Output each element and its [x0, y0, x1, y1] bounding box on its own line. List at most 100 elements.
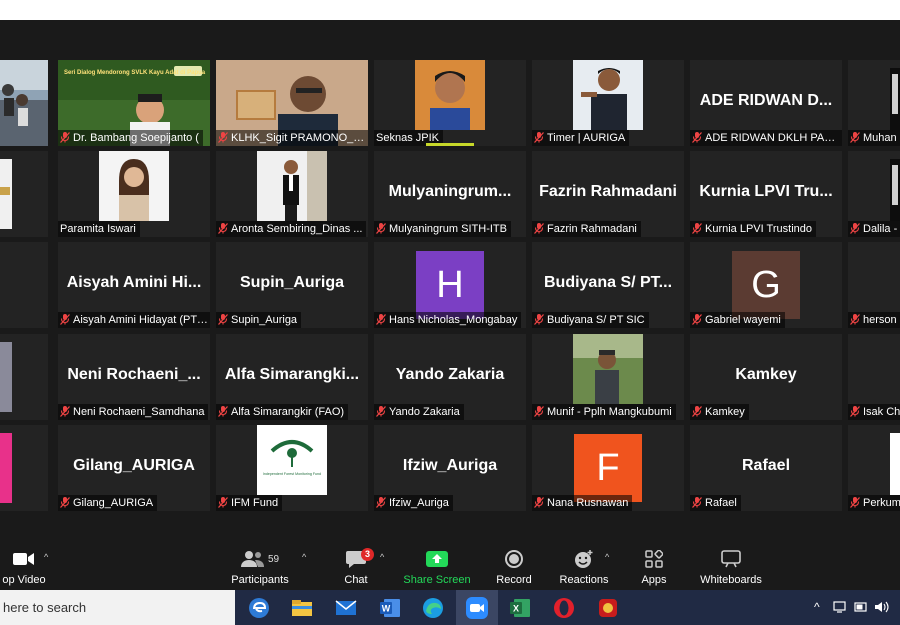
- participant-tile[interactable]: Mulyaningrum... Mulyaningrum SITH-ITB: [374, 151, 526, 237]
- reactions-smiley-icon: [558, 548, 610, 570]
- participants-label: Participants: [231, 574, 289, 586]
- participant-name: Ifziw_Auriga: [389, 497, 449, 509]
- participant-name: Munif - Pplh Mangkubumi: [547, 406, 672, 418]
- participant-tile[interactable]: Munif - Pplh Mangkubumi: [532, 334, 684, 420]
- participant-name-label: Ifziw_Auriga: [374, 495, 453, 511]
- participant-tile[interactable]: Iherson: [848, 242, 900, 328]
- share-screen-button[interactable]: Share Screen: [402, 548, 472, 586]
- participant-name: Nana Rusnawan: [547, 497, 629, 509]
- file-explorer-icon[interactable]: [290, 596, 314, 620]
- chat-options-caret[interactable]: ^: [380, 552, 384, 562]
- participant-tile[interactable]: Timer | AURIGA: [532, 60, 684, 146]
- muted-mic-icon: [534, 406, 544, 417]
- apps-icon: [636, 548, 672, 570]
- game-icon[interactable]: [596, 596, 620, 620]
- participant-tile[interactable]: [0, 151, 48, 237]
- participant-tile[interactable]: Kurnia LPVI Tru... Kurnia LPVI Trustindo: [690, 151, 842, 237]
- apps-button[interactable]: Apps: [636, 548, 672, 586]
- participant-name-label: Alfa Simarangkir (FAO): [216, 404, 349, 420]
- battery-icon[interactable]: [854, 600, 868, 614]
- participant-tile[interactable]: Neni Rochaeni_... Neni Rochaeni_Samdhana: [58, 334, 210, 420]
- participant-name-label: Rafael: [690, 495, 741, 511]
- participant-name: Rafael: [705, 497, 737, 509]
- participant-tile[interactable]: Paramita Iswari: [58, 151, 210, 237]
- reactions-options-caret[interactable]: ^: [605, 552, 609, 562]
- zoom-icon[interactable]: [465, 596, 489, 620]
- participant-name: Gabriel wayemi: [705, 314, 781, 326]
- excel-icon[interactable]: X: [508, 596, 532, 620]
- participant-tile[interactable]: Perkum: [848, 425, 900, 511]
- participant-name: Dalila -: [863, 223, 898, 235]
- volume-icon[interactable]: [874, 600, 890, 614]
- participant-name-label: Aronta Sembiring_Dinas ...: [216, 221, 367, 237]
- participant-tile[interactable]: Fazrin Rahmadani Fazrin Rahmadani: [532, 151, 684, 237]
- participant-display-name: Aisyah Amini Hi...: [66, 274, 202, 291]
- stop-video-button[interactable]: op Video: [0, 548, 48, 586]
- participant-tile[interactable]: H Hans Nicholas_Mongabay: [374, 242, 526, 328]
- participant-tile[interactable]: Aronta Sembiring_Dinas ...: [216, 151, 368, 237]
- participant-avatar: F: [574, 434, 642, 502]
- svg-text:Seri Dialog Mendorong SVLK Kay: Seri Dialog Mendorong SVLK Kayu Adat di …: [64, 70, 206, 76]
- edge-legacy-icon[interactable]: [247, 596, 271, 620]
- muted-mic-icon: [376, 314, 386, 325]
- participant-name: Budiyana S/ PT SIC: [547, 314, 645, 326]
- participant-tile[interactable]: F Nana Rusnawan: [532, 425, 684, 511]
- reactions-button[interactable]: Reactions: [558, 548, 610, 586]
- participant-tile[interactable]: Seknas JPIK: [374, 60, 526, 146]
- participant-name-label: Dalila -: [848, 221, 900, 237]
- participant-tile[interactable]: [0, 60, 48, 146]
- participant-tile[interactable]: RDIANSY...: [0, 242, 48, 328]
- muted-mic-icon: [60, 406, 70, 417]
- participant-name: Aisyah Amini Hidayat (PT ...: [73, 314, 210, 326]
- participant-tile[interactable]: Kamkey Kamkey: [690, 334, 842, 420]
- participants-options-caret[interactable]: ^: [302, 552, 306, 562]
- participant-tile[interactable]: Isak C Isak Ch: [848, 334, 900, 420]
- participant-name: Dr. Bambang Soepijanto (: [73, 132, 199, 144]
- participant-name: Neni Rochaeni_Samdhana: [73, 406, 205, 418]
- participant-tile[interactable]: Supin_Auriga Supin_Auriga: [216, 242, 368, 328]
- svg-text:Independent Forest Monitoring: Independent Forest Monitoring Fund: [263, 472, 321, 476]
- muted-mic-icon: [376, 223, 386, 234]
- participant-video-feed: [0, 151, 48, 237]
- reactions-label: Reactions: [559, 574, 609, 586]
- mail-icon[interactable]: [334, 596, 358, 620]
- participant-tile[interactable]: [0, 425, 48, 511]
- participant-tile[interactable]: Seri Dialog Mendorong SVLK Kayu Adat di …: [58, 60, 210, 146]
- participant-avatar: H: [416, 251, 484, 319]
- participant-tile[interactable]: KLHK_Sigit PRAMONO_Di...: [216, 60, 368, 146]
- avatar-initial: F: [596, 446, 620, 489]
- room-video-feed: [0, 60, 48, 146]
- taskbar-search-box[interactable]: here to search: [0, 590, 235, 625]
- participant-tile[interactable]: Independent Forest Monitoring Fund IFM Fu…: [216, 425, 368, 511]
- participant-name-label: Gabriel wayemi: [690, 312, 785, 328]
- network-icon[interactable]: [833, 600, 849, 614]
- opera-icon[interactable]: [552, 596, 576, 620]
- participant-tile[interactable]: G Gabriel wayemi: [690, 242, 842, 328]
- participant-display-name: Yando Zakaria: [395, 366, 505, 383]
- participant-display-name: I: [848, 274, 900, 292]
- muted-mic-icon: [692, 314, 702, 325]
- participant-tile[interactable]: Aisyah Amini Hi... Aisyah Amini Hidayat (…: [58, 242, 210, 328]
- participant-tile[interactable]: Ifziw_Auriga Ifziw_Auriga: [374, 425, 526, 511]
- participant-tile[interactable]: Budiyana S/ PT... Budiyana S/ PT SIC: [532, 242, 684, 328]
- participant-tile[interactable]: Yando Zakaria Yando Zakaria: [374, 334, 526, 420]
- whiteboards-button[interactable]: Whiteboards: [696, 548, 766, 586]
- participant-tile[interactable]: Dalila -: [848, 151, 900, 237]
- participant-name-label: Kurnia LPVI Trustindo: [690, 221, 817, 237]
- record-button[interactable]: Record: [494, 548, 534, 586]
- record-label: Record: [496, 574, 532, 586]
- participant-tile[interactable]: Gilang_AURIGA Gilang_AURIGA: [58, 425, 210, 511]
- word-icon[interactable]: W: [378, 596, 402, 620]
- participant-tile[interactable]: Rafael Rafael: [690, 425, 842, 511]
- participants-button[interactable]: 59 Participants: [228, 548, 292, 586]
- tray-chevron-icon[interactable]: ^: [814, 600, 820, 614]
- participant-tile[interactable]: ADE RIDWAN D... ADE RIDWAN DKLH PAPUA: [690, 60, 842, 146]
- edge-icon[interactable]: [421, 596, 445, 620]
- participant-tile[interactable]: Muhan: [848, 60, 900, 146]
- participant-display-name: Isak C: [848, 366, 900, 384]
- participant-tile[interactable]: [0, 334, 48, 420]
- video-options-caret[interactable]: ^: [44, 552, 48, 562]
- participant-name-label: Munif - Pplh Mangkubumi: [532, 404, 676, 420]
- participant-name: Supin_Auriga: [231, 314, 298, 326]
- participant-tile[interactable]: Alfa Simarangki... Alfa Simarangkir (FAO): [216, 334, 368, 420]
